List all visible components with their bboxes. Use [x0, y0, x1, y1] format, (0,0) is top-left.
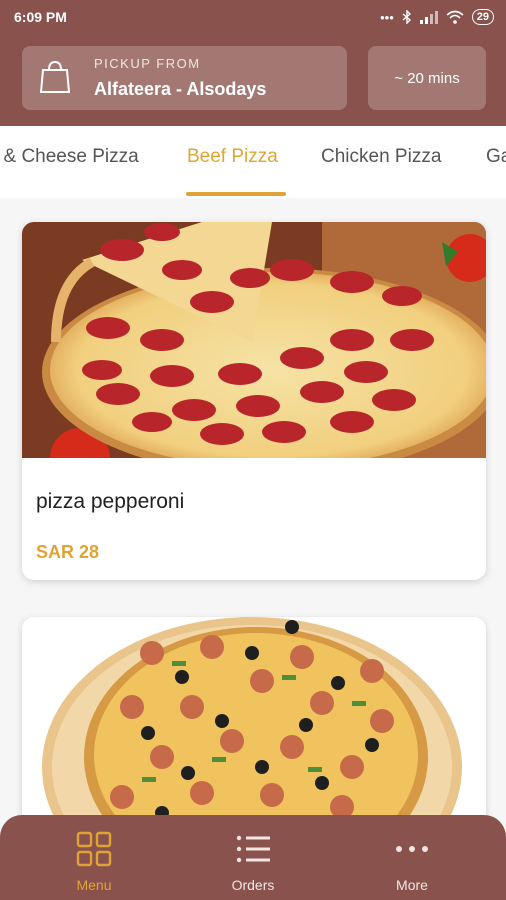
- product-price: SAR 28: [36, 542, 100, 562]
- pickup-location-selector[interactable]: PICKUP FROM Alfateera - Alsodays: [22, 46, 347, 110]
- signal-icon: [419, 11, 438, 24]
- store-name: Alfateera - Alsodays: [94, 79, 267, 99]
- grid-icon: [76, 831, 112, 867]
- nav-orders[interactable]: Orders: [169, 815, 337, 900]
- shopping-bag-icon: [40, 60, 70, 93]
- list-icon: [236, 835, 270, 863]
- status-time: 6:09 PM: [14, 9, 67, 25]
- pickup-label: PICKUP FROM: [94, 56, 201, 71]
- tab-beef-pizza[interactable]: Beef Pizza: [187, 146, 278, 168]
- tab-chicken-pizza[interactable]: Chicken Pizza: [321, 146, 441, 168]
- tab-cheese-pizza[interactable]: i & Cheese Pizza: [0, 146, 139, 168]
- nav-more[interactable]: More: [328, 815, 496, 900]
- nav-orders-label: Orders: [231, 877, 275, 893]
- more-dots-icon: [396, 846, 428, 852]
- app-header: 6:09 PM ••• 29 PICKUP FROM Alfateera - A…: [0, 0, 506, 126]
- nav-more-label: More: [396, 877, 428, 893]
- active-tab-indicator: [186, 192, 286, 196]
- pepperoni-pizza-image: [22, 222, 486, 458]
- eta-text: ~ 20 mins: [394, 69, 460, 87]
- product-card[interactable]: pizza pepperoni SAR 28: [22, 222, 486, 580]
- supreme-pizza-image: [22, 617, 486, 817]
- battery-indicator: 29: [471, 9, 494, 25]
- bluetooth-icon: [402, 10, 411, 24]
- dots-indicator: •••: [380, 9, 394, 25]
- tab-next-category[interactable]: Ga: [486, 146, 506, 168]
- wifi-icon: [446, 10, 464, 24]
- category-tabs: i & Cheese Pizza Beef Pizza Chicken Pizz…: [0, 126, 506, 198]
- status-bar: 6:09 PM ••• 29: [0, 0, 506, 36]
- nav-menu[interactable]: Menu: [10, 815, 178, 900]
- eta-badge[interactable]: ~ 20 mins: [368, 46, 486, 110]
- status-indicators: ••• 29: [380, 9, 494, 25]
- nav-menu-label: Menu: [76, 877, 112, 893]
- product-name: pizza pepperoni: [36, 490, 185, 513]
- bottom-navigation: Menu Orders More: [0, 815, 506, 900]
